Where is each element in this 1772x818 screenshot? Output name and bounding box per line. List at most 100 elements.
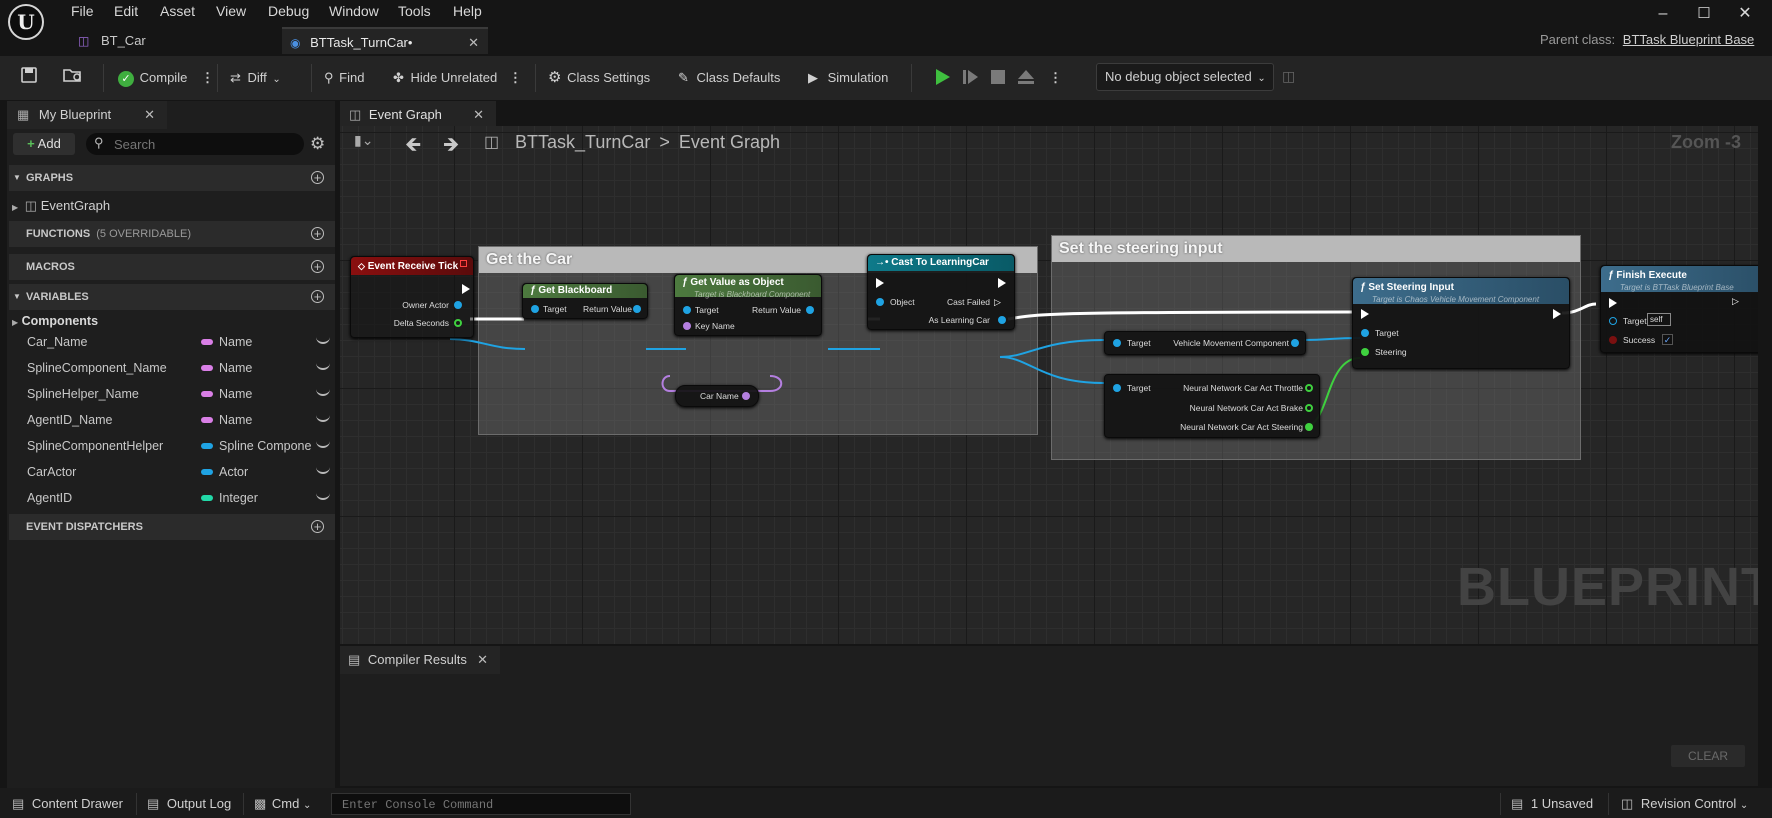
delta-seconds-pin[interactable] [454,319,462,327]
diff-button[interactable]: ⇄ Diff ⌄ [230,66,281,90]
find-button[interactable]: ⚲ Find [324,66,364,90]
variable-type[interactable]: Actor [219,462,311,482]
add-variable-icon[interactable]: + [311,290,324,303]
clear-button[interactable]: CLEAR [1671,745,1745,767]
tab-my-blueprint[interactable]: ▦ My Blueprint ✕ [7,101,167,129]
node-neural-network-outputs[interactable]: Target Neural Network Car Act Throttle N… [1104,374,1320,438]
graph-item-eventgraph[interactable]: ▶ ◫ EventGraph [12,196,110,216]
kebab-icon[interactable]: ⋮ [1049,66,1062,90]
doc-tab-bt-car[interactable]: ◫ BT_Car [70,27,280,54]
exec-out-pin[interactable]: ▷ [1732,296,1739,307]
browse-icon[interactable] [62,66,86,90]
variable-type[interactable]: Spline Component [219,436,311,456]
menu-asset[interactable]: Asset [160,2,195,20]
components-category[interactable]: ▶ Components [12,311,98,331]
class-defaults-button[interactable]: ✎ Class Defaults [678,66,780,90]
menu-edit[interactable]: Edit [114,2,138,20]
target-value-field[interactable]: self [1647,313,1671,326]
node-get-value-as-object[interactable]: ƒ Get Value as Object Target is Blackboa… [674,274,822,336]
exec-out-pin[interactable] [1553,309,1561,319]
content-drawer-button[interactable]: ▤ Content Drawer [12,795,123,813]
node-set-steering-input[interactable]: ƒ Set Steering Input Target is Chaos Veh… [1352,277,1570,369]
close-tab-icon[interactable]: ✕ [477,646,488,674]
target-pin[interactable] [1609,317,1617,325]
add-graph-icon[interactable]: + [311,171,324,184]
revision-control-button[interactable]: ◫ Revision Control ⌄ [1621,795,1748,813]
minimize-icon[interactable]: – [1653,4,1673,24]
exec-out-pin[interactable] [998,278,1006,288]
menu-window[interactable]: Window [329,2,379,20]
search-input[interactable] [112,133,296,155]
section-functions[interactable]: FUNCTIONS (5 OVERRIDABLE) + [9,221,335,247]
target-pin[interactable] [1113,384,1121,392]
graph-canvas[interactable]: ▮⌄ 🡸 🡺 ◫ BTTask_TurnCar > Event Graph Zo… [340,126,1758,644]
add-macro-icon[interactable]: + [311,260,324,273]
cast-failed-exec-pin[interactable]: ▷ [994,297,1001,308]
step-icon[interactable] [960,67,980,87]
menu-help[interactable]: Help [453,2,482,20]
return-value-pin[interactable] [806,306,814,314]
compile-button[interactable]: ✓ Compile ⋮ [118,66,214,90]
section-event-dispatchers[interactable]: EVENT DISPATCHERS + [9,514,335,540]
section-variables[interactable]: ▼ VARIABLES + [9,284,335,310]
simulation-button[interactable]: ▶ Simulation [808,66,888,90]
doc-tab-bttask-turncar[interactable]: ◉ BTTask_TurnCar• ✕ [282,27,488,54]
eject-icon[interactable] [1016,67,1036,87]
add-dispatcher-icon[interactable]: + [311,520,324,533]
tab-event-graph[interactable]: ◫ Event Graph ✕ [340,101,496,129]
add-button[interactable]: + Add [13,133,75,155]
target-pin[interactable] [683,306,691,314]
variable-type[interactable]: Name [219,358,311,378]
node-cast-to-learningcar[interactable]: →• Cast To LearningCar Object Cast Faile… [867,254,1015,330]
exec-in-pin[interactable] [1361,309,1369,319]
kebab-icon[interactable]: ⋮ [509,70,522,85]
section-graphs[interactable]: ▼ GRAPHS + [9,165,335,191]
vmc-out-pin[interactable] [1291,339,1299,347]
target-pin[interactable] [531,305,539,313]
variable-name[interactable]: Car_Name [27,332,87,352]
maximize-icon[interactable]: ☐ [1694,4,1714,24]
play-icon[interactable] [932,67,952,87]
variable-type[interactable]: Integer [219,488,311,508]
cmd-dropdown[interactable]: ▩ Cmd ⌄ [254,795,311,813]
node-finish-execute[interactable]: ƒ Finish Execute Target is BTTask Bluepr… [1600,265,1758,353]
variable-name[interactable]: AgentID_Name [27,410,112,430]
variable-type[interactable]: Name [219,332,311,352]
throttle-pin[interactable] [1305,384,1313,392]
variable-name[interactable]: CarActor [27,462,76,482]
steering-in-pin[interactable] [1361,348,1369,356]
settings-gear-icon[interactable]: ⚙ [310,134,325,154]
output-log-button[interactable]: ▤ Output Log [147,795,231,813]
variable-type[interactable]: Name [219,384,311,404]
debug-object-dropdown[interactable]: No debug object selected ⌄ [1096,63,1274,91]
close-tab-icon[interactable]: ✕ [144,101,155,129]
success-pin[interactable] [1609,336,1617,344]
steering-out-pin[interactable] [1305,423,1313,431]
target-pin[interactable] [1113,339,1121,347]
variable-name[interactable]: SplineComponentHelper [27,436,163,456]
hide-unrelated-button[interactable]: ✤ Hide Unrelated ⋮ [393,66,522,90]
unsaved-button[interactable]: ▤ 1 Unsaved [1511,795,1593,813]
exec-in-pin[interactable] [1609,298,1617,308]
section-macros[interactable]: MACROS + [9,254,335,280]
car-name-out-pin[interactable] [742,392,750,400]
add-function-icon[interactable]: + [311,227,324,240]
close-tab-icon[interactable]: ✕ [468,29,479,56]
menu-debug[interactable]: Debug [268,2,309,20]
menu-tools[interactable]: Tools [398,2,431,20]
exec-in-pin[interactable] [876,278,884,288]
unreal-logo-icon[interactable]: U [8,4,44,40]
object-pin[interactable] [876,298,884,306]
menu-file[interactable]: File [71,2,94,20]
console-command-input[interactable] [340,794,624,816]
kebab-icon[interactable]: ⋮ [201,70,214,85]
variable-type[interactable]: Name [219,410,311,430]
class-settings-button[interactable]: ⚙ Class Settings [548,66,650,90]
node-car-name-variable[interactable]: Car Name [675,385,759,407]
key-name-pin[interactable] [683,322,691,330]
variable-name[interactable]: SplineComponent_Name [27,358,167,378]
menu-view[interactable]: View [216,2,246,20]
target-pin[interactable] [1361,329,1369,337]
owner-actor-pin[interactable] [454,301,462,309]
save-icon[interactable] [20,66,40,90]
